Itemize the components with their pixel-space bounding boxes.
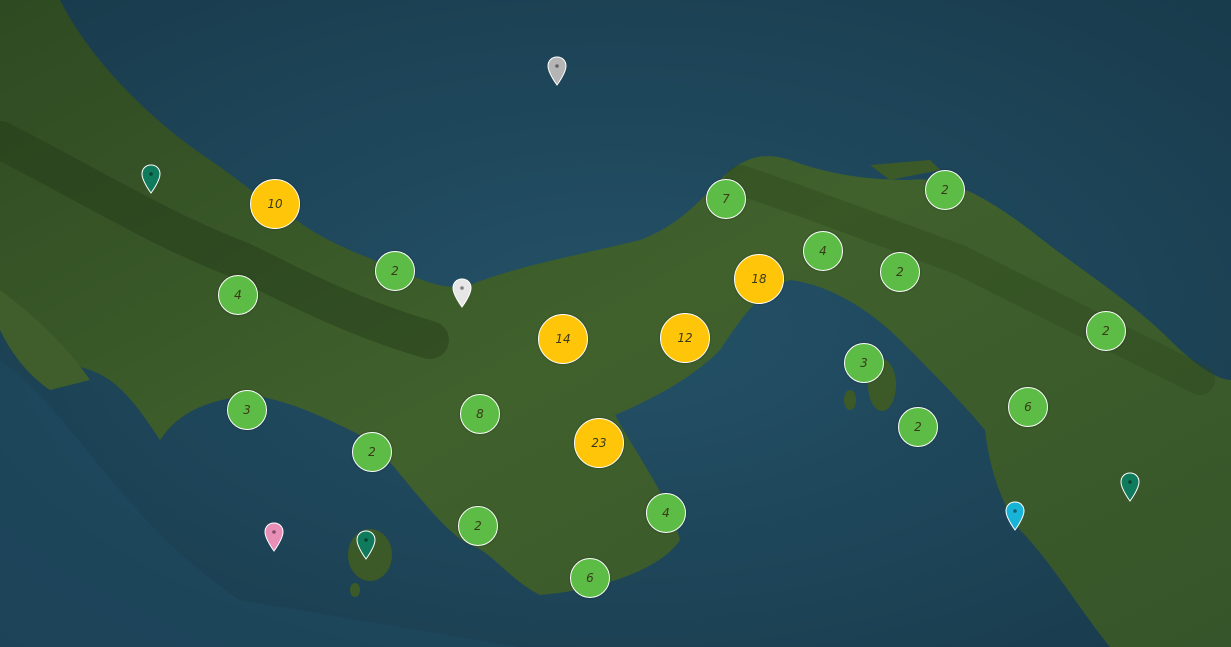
cluster-marker[interactable]: 2 bbox=[1086, 311, 1126, 351]
cluster-marker[interactable]: 12 bbox=[660, 313, 710, 363]
cluster-marker[interactable]: 6 bbox=[1008, 387, 1048, 427]
satellite-map[interactable] bbox=[0, 0, 1231, 647]
cluster-marker[interactable]: 2 bbox=[458, 506, 498, 546]
cluster-marker[interactable]: 4 bbox=[218, 275, 258, 315]
marker-pin-teal-icon[interactable] bbox=[356, 530, 376, 560]
marker-pin-cyan-icon[interactable] bbox=[1005, 501, 1025, 531]
cluster-marker[interactable]: 2 bbox=[352, 432, 392, 472]
marker-pin-white-icon[interactable] bbox=[452, 278, 472, 308]
marker-pin-teal-icon[interactable] bbox=[141, 164, 161, 194]
cluster-marker[interactable]: 2 bbox=[880, 252, 920, 292]
cluster-marker[interactable]: 23 bbox=[574, 418, 624, 468]
marker-pin-teal-icon[interactable] bbox=[1120, 472, 1140, 502]
cluster-marker[interactable]: 3 bbox=[844, 343, 884, 383]
cluster-marker[interactable]: 6 bbox=[570, 558, 610, 598]
cluster-marker[interactable]: 14 bbox=[538, 314, 588, 364]
cluster-marker[interactable]: 18 bbox=[734, 254, 784, 304]
cluster-marker[interactable]: 2 bbox=[375, 251, 415, 291]
island bbox=[350, 583, 360, 597]
cluster-marker[interactable]: 3 bbox=[227, 390, 267, 430]
cluster-marker[interactable]: 2 bbox=[898, 407, 938, 447]
marker-pin-pink-icon[interactable] bbox=[264, 522, 284, 552]
cluster-marker[interactable]: 8 bbox=[460, 394, 500, 434]
cluster-marker[interactable]: 10 bbox=[250, 179, 300, 229]
cluster-marker[interactable]: 7 bbox=[706, 179, 746, 219]
marker-pin-gray-icon[interactable] bbox=[547, 56, 567, 86]
cluster-marker[interactable]: 2 bbox=[925, 170, 965, 210]
island bbox=[844, 390, 856, 410]
cluster-marker[interactable]: 4 bbox=[646, 493, 686, 533]
cluster-marker[interactable]: 4 bbox=[803, 231, 843, 271]
